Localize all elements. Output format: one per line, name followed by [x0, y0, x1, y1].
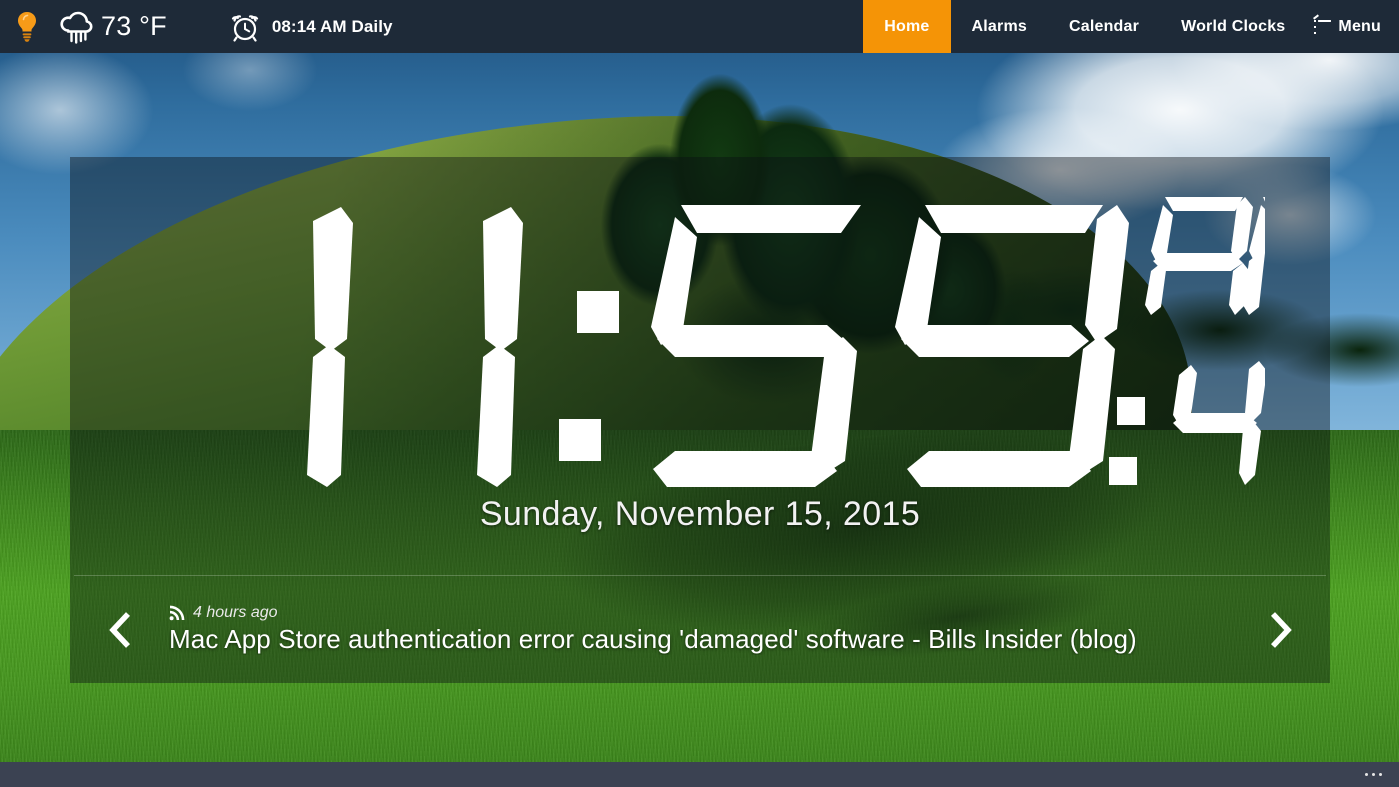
nav-tab-calendar[interactable]: Calendar [1048, 0, 1160, 53]
seven-segment-time [135, 179, 1373, 499]
top-bar: 73 °F 08:14 AM Daily Home Alarms Calenda… [0, 0, 1399, 53]
bottom-app-bar [0, 762, 1399, 787]
news-content[interactable]: 4 hours ago Mac App Store authentication… [144, 604, 1256, 655]
digit-minute-ones [895, 205, 1129, 487]
top-navigation: Home Alarms Calendar World Clocks Menu [863, 0, 1399, 53]
clock-panel: Sunday, November 15, 2015 4 hours ago Ma… [70, 157, 1373, 683]
app-root: 73 °F 08:14 AM Daily Home Alarms Calenda… [0, 0, 1399, 787]
temperature-value: 73 °F [101, 11, 167, 41]
nav-tab-alarms[interactable]: Alarms [951, 0, 1048, 53]
next-alarm-status[interactable]: 08:14 AM Daily [229, 0, 393, 53]
news-meta: 4 hours ago [169, 604, 1231, 622]
nav-tab-home[interactable]: Home [863, 0, 951, 53]
nav-menu-button[interactable]: Menu [1306, 0, 1399, 53]
meridiem-am [1145, 197, 1335, 315]
news-timestamp: 4 hours ago [193, 604, 278, 621]
clock-face[interactable]: Sunday, November 15, 2015 [70, 157, 1373, 575]
digit-minute-tens [651, 205, 861, 487]
rss-icon [169, 605, 185, 621]
top-bar-status-group: 73 °F 08:14 AM Daily [0, 0, 393, 53]
ellipsis-dot [1365, 773, 1368, 776]
ellipsis-dot [1372, 773, 1375, 776]
colon-seconds [1109, 397, 1145, 485]
digit-hour-ones [477, 207, 523, 487]
nav-menu-label: Menu [1338, 17, 1381, 35]
current-date-label: Sunday, November 15, 2015 [479, 495, 921, 533]
alarm-time-label: 08:14 AM Daily [271, 16, 393, 36]
news-ticker: 4 hours ago Mac App Store authentication… [70, 576, 1330, 683]
nav-tab-world-clocks[interactable]: World Clocks [1160, 0, 1306, 53]
ellipsis-dot [1379, 773, 1382, 776]
colon-hm [559, 291, 619, 461]
digit-second-tens [1173, 361, 1267, 485]
chevron-left-icon [109, 611, 131, 648]
alarm-clock-icon [229, 11, 261, 43]
lightbulb-icon[interactable] [12, 9, 42, 45]
hamburger-menu-icon [1313, 13, 1332, 34]
weather-status[interactable]: 73 °F [56, 0, 167, 53]
digit-hour-tens [307, 207, 353, 487]
news-prev-button[interactable] [98, 607, 144, 653]
chevron-right-icon [1270, 611, 1292, 648]
news-next-button[interactable] [1256, 607, 1302, 653]
more-options-button[interactable] [1365, 773, 1382, 776]
news-headline[interactable]: Mac App Store authentication error causi… [169, 624, 1231, 655]
time-segments-svg [307, 197, 1373, 487]
rain-cloud-icon [56, 9, 96, 45]
